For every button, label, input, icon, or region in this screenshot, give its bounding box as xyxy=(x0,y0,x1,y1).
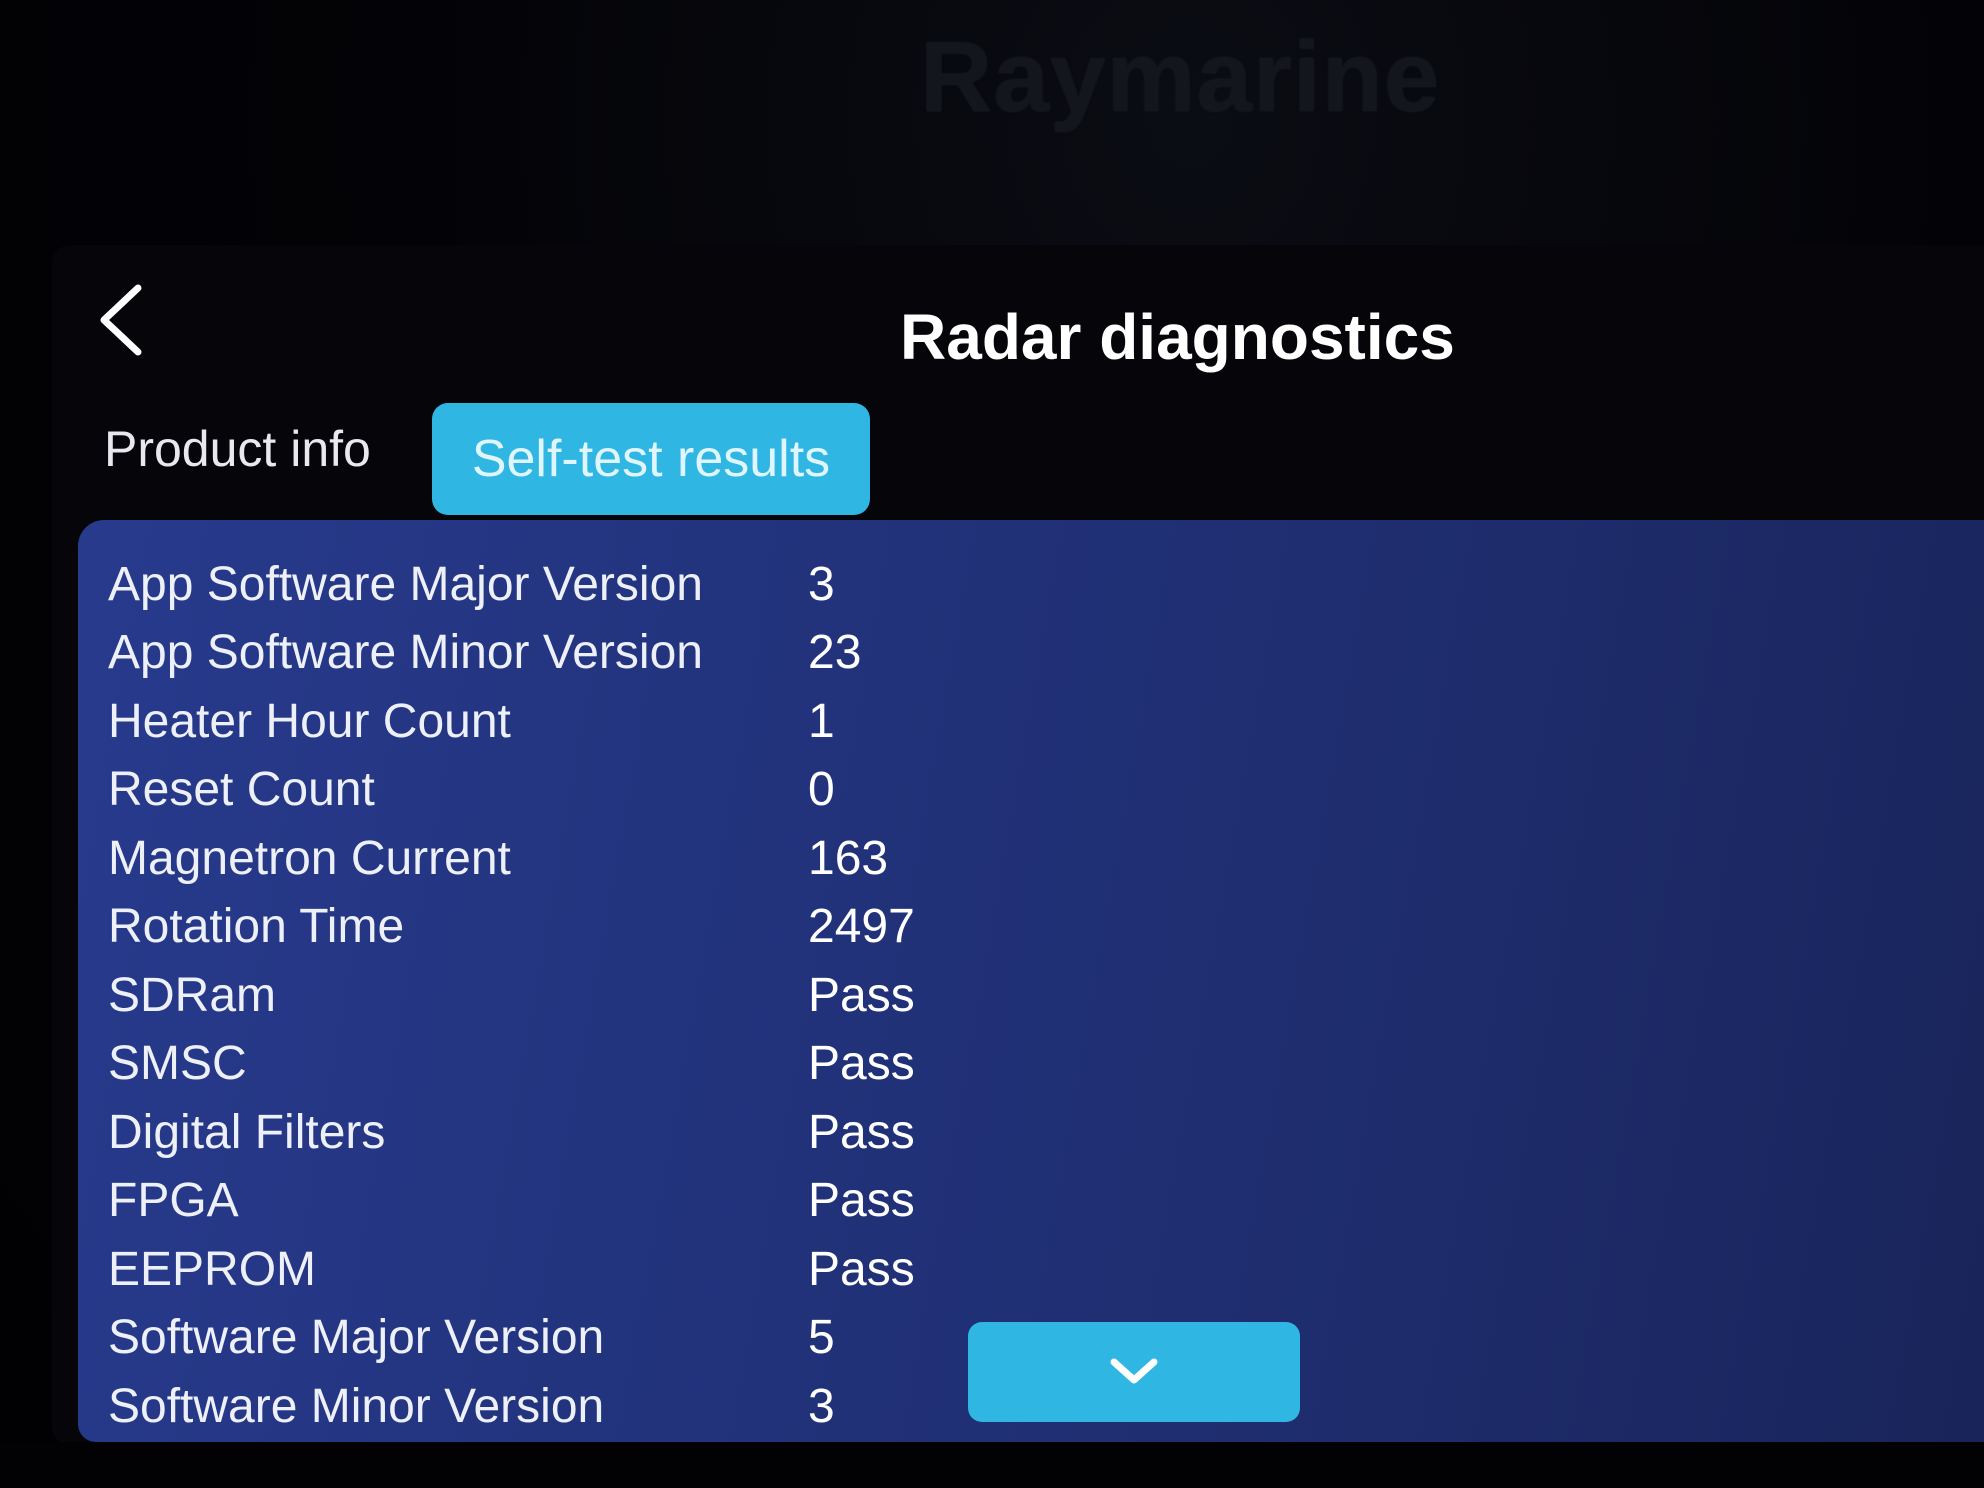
chevron-left-icon xyxy=(100,284,142,356)
row-label: FPGA xyxy=(108,1174,239,1228)
list-item: SMSC Pass xyxy=(108,1030,1008,1099)
row-value: 3 xyxy=(808,557,835,611)
row-value: 0 xyxy=(808,763,835,817)
list-item: FPGA Pass xyxy=(108,1167,1008,1236)
row-label: Software Major Version xyxy=(108,1311,605,1365)
list-item: Reset Count 0 xyxy=(108,756,1008,825)
back-button[interactable] xyxy=(90,280,160,360)
list-item: SDRam Pass xyxy=(108,961,1008,1030)
row-value: 163 xyxy=(808,831,889,885)
row-label: Software Minor Version xyxy=(108,1379,605,1433)
chevron-down-icon xyxy=(1110,1358,1158,1384)
row-value: Pass xyxy=(808,968,915,1022)
list-item: App Software Major Version 3 xyxy=(108,550,1008,619)
results-panel[interactable]: App Software Major Version 3 App Softwar… xyxy=(78,520,1984,1442)
row-label: Digital Filters xyxy=(108,1105,386,1159)
tab-self-test-results[interactable]: Self-test results xyxy=(432,403,870,515)
row-label: SDRam xyxy=(108,968,277,1022)
row-value: 2497 xyxy=(808,900,915,954)
row-value: Pass xyxy=(808,1037,915,1091)
list-item: Magnetron Current 163 xyxy=(108,824,1008,893)
row-label: Heater Hour Count xyxy=(108,694,511,748)
list-item: App Software Minor Version 23 xyxy=(108,619,1008,688)
page-title: Radar diagnostics xyxy=(900,301,1455,373)
scroll-down-button[interactable] xyxy=(968,1322,1300,1422)
row-value: Pass xyxy=(808,1105,915,1159)
row-value: 3 xyxy=(808,1379,835,1433)
list-item: Software Major Version 5 xyxy=(108,1304,1008,1373)
row-label: EEPROM xyxy=(108,1242,317,1296)
device-bezel: Raymarine Radar diagnostics Product info… xyxy=(0,0,1984,1488)
row-label: Reset Count xyxy=(108,763,375,817)
results-list: App Software Major Version 3 App Softwar… xyxy=(108,550,1008,1441)
tab-self-test-results-label: Self-test results xyxy=(471,430,831,488)
list-item: EEPROM Pass xyxy=(108,1235,1008,1304)
list-item: Heater Hour Count 1 xyxy=(108,687,1008,756)
row-value: Pass xyxy=(808,1242,915,1296)
row-value: 23 xyxy=(808,626,862,680)
row-label: Magnetron Current xyxy=(108,831,511,885)
list-item: Rotation Time 2497 xyxy=(108,893,1008,962)
row-label: SMSC xyxy=(108,1037,247,1091)
list-item: Digital Filters Pass xyxy=(108,1098,1008,1167)
brand-logo: Raymarine xyxy=(920,21,1441,133)
row-value: 1 xyxy=(808,694,835,748)
list-item: Software Minor Version 3 xyxy=(108,1372,1008,1441)
row-value: Pass xyxy=(808,1174,915,1228)
tab-product-info[interactable]: Product info xyxy=(104,420,371,478)
bottom-bezel xyxy=(0,1442,1984,1488)
row-label: Rotation Time xyxy=(108,900,405,954)
row-label: App Software Major Version xyxy=(108,557,703,611)
row-value: 5 xyxy=(808,1311,835,1365)
row-label: App Software Minor Version xyxy=(108,626,703,680)
